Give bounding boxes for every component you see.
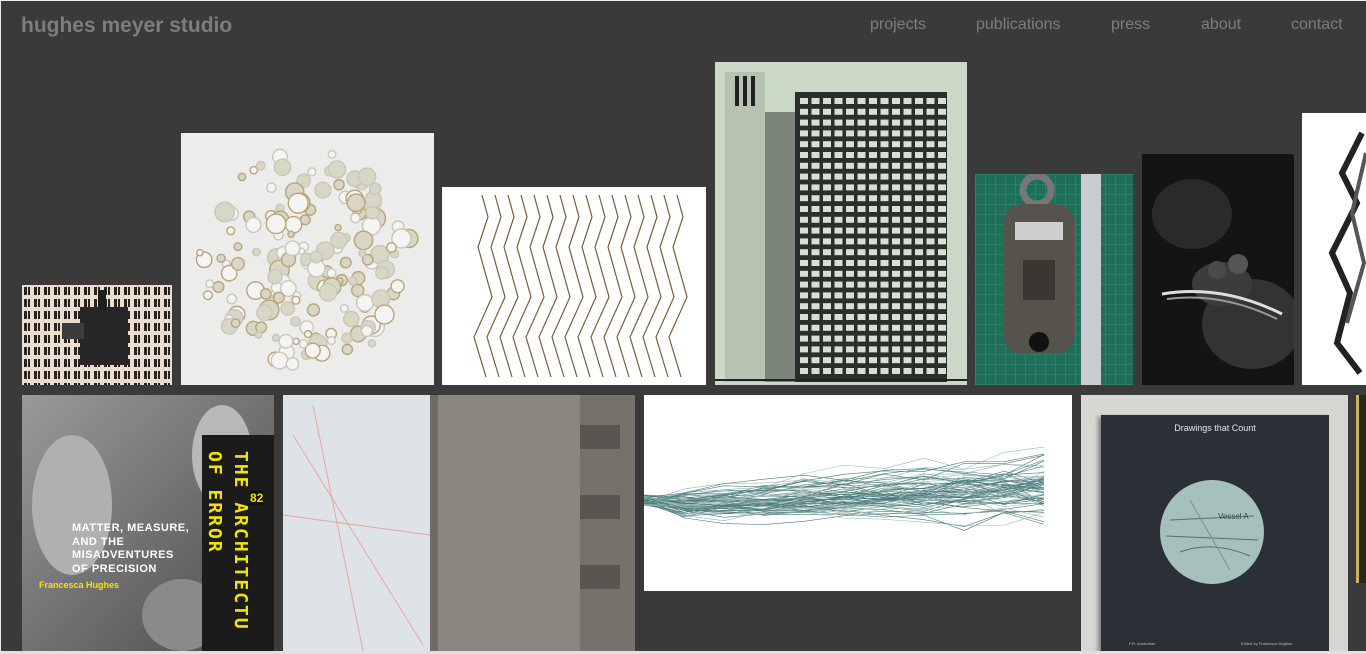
book2-footer-left: F.R. Anstruther	[1129, 641, 1156, 646]
book1-spine-number: 82	[250, 491, 264, 505]
book2-disc-label: Vessel A	[1218, 512, 1249, 521]
project-thumb-partial-right[interactable]	[1356, 395, 1366, 583]
concrete-tower-image	[283, 395, 635, 651]
book1-title: MATTER, MEASURE, AND THE MISADVENTURES O…	[72, 522, 189, 576]
publication-drawings-that-count[interactable]: Drawings that Count Vessel A F.R. Anstru…	[1081, 395, 1348, 651]
nav-projects[interactable]: projects	[870, 16, 926, 34]
top-border	[0, 0, 1366, 1]
book2-disc: Vessel A	[1160, 480, 1264, 584]
engraving-image	[1142, 154, 1294, 385]
left-border	[0, 0, 1, 654]
wire-drawings-image	[473, 194, 688, 378]
project-thumb-tower-elevation[interactable]	[715, 62, 967, 385]
publication-architecture-of-error[interactable]: MATTER, MEASURE, AND THE MISADVENTURES O…	[22, 395, 274, 651]
book1-title-line3: MISADVENTURES	[72, 549, 174, 561]
project-thumb-engraving[interactable]	[1142, 154, 1294, 385]
book1-title-line2: AND THE	[72, 535, 125, 548]
book1-author: Francesca Hughes	[39, 580, 120, 590]
project-thumb-instrument[interactable]	[975, 174, 1133, 385]
perforated-block-image	[22, 285, 172, 385]
circle-cluster-image	[195, 148, 419, 371]
book2-title: Drawings that Count	[1174, 423, 1256, 433]
project-thumb-circle-cluster[interactable]	[181, 133, 434, 385]
instrument-image	[975, 174, 1133, 385]
book1-spine-line2: OF ERROR	[204, 451, 225, 554]
project-thumb-data-flow-drawing[interactable]	[644, 395, 1072, 591]
data-flow-image	[644, 395, 1072, 591]
project-thumb-concrete-tower[interactable]	[283, 395, 635, 651]
book2-cover: Drawings that Count Vessel A F.R. Anstru…	[1101, 415, 1329, 651]
book2-footer-right: Edited by Francesca Hughes	[1241, 641, 1293, 646]
project-thumb-perforated-block[interactable]	[22, 285, 172, 385]
nav-about[interactable]: about	[1201, 16, 1241, 34]
nav-press[interactable]: press	[1111, 16, 1150, 34]
nav-contact[interactable]: contact	[1291, 16, 1343, 34]
project-thumb-wire-drawings[interactable]	[442, 187, 706, 385]
book1-title-line1: MATTER, MEASURE,	[72, 522, 190, 534]
book1-spine-line1: THE ARCHITECTU	[230, 451, 251, 631]
nav-publications[interactable]: publications	[976, 16, 1061, 34]
site-logo[interactable]: hughes meyer studio	[21, 14, 232, 38]
book1-title-line4: OF PRECISION	[72, 562, 157, 575]
project-thumb-ink-sketch[interactable]	[1302, 113, 1366, 385]
ink-sketch-image	[1328, 131, 1366, 375]
book2-disc-drawing	[1165, 499, 1259, 571]
partial-thumb-edge	[1356, 395, 1359, 583]
tower-elevation-image	[715, 62, 967, 385]
